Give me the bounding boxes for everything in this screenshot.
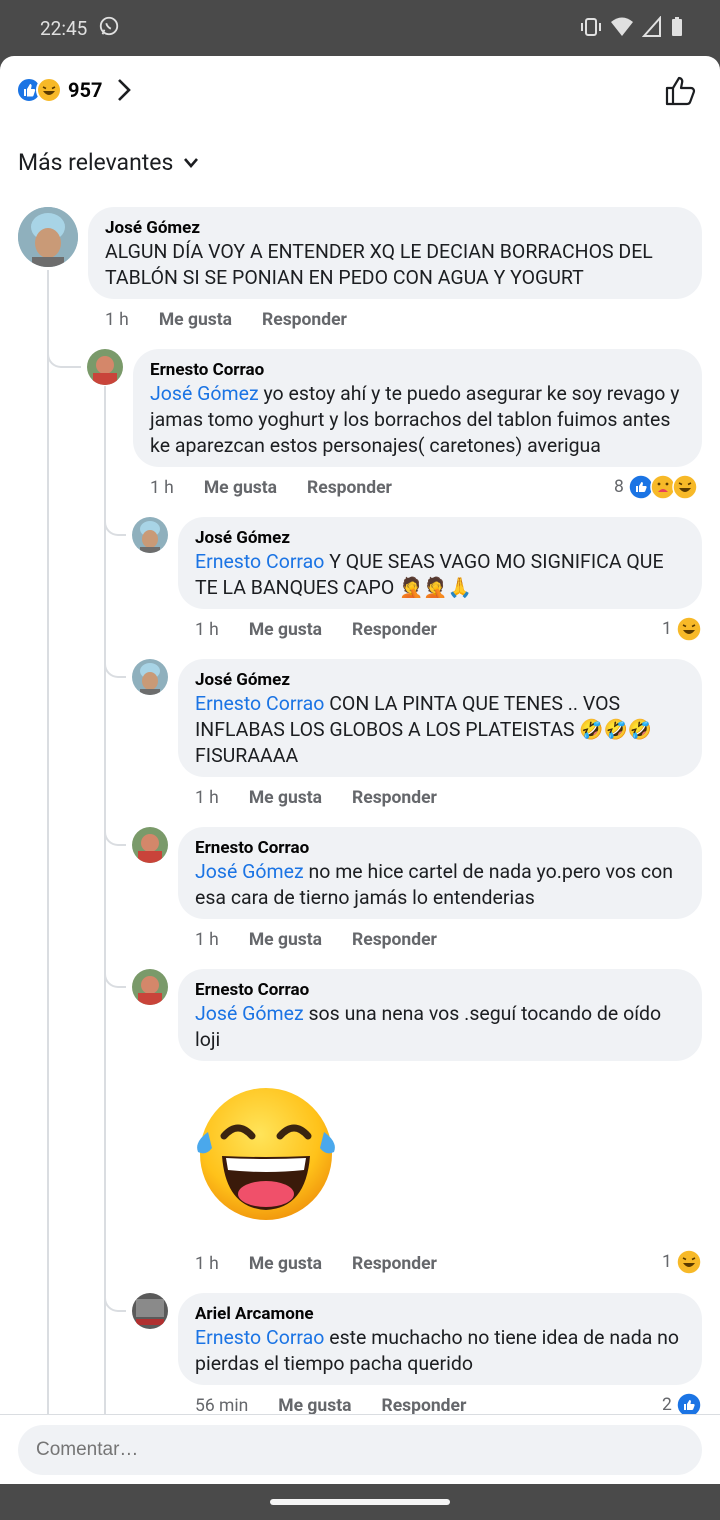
like-button[interactable]: Me gusta bbox=[249, 1254, 322, 1274]
thread-hook-6 bbox=[104, 1272, 126, 1312]
whatsapp-icon bbox=[99, 16, 119, 36]
comment-actions: 56 min Me gusta Responder bbox=[195, 1396, 496, 1416]
comment-time: 56 min bbox=[195, 1396, 249, 1416]
mention-link[interactable]: Ernesto Corrao bbox=[195, 550, 324, 573]
haha-reaction-icon bbox=[676, 616, 702, 642]
avatar[interactable] bbox=[18, 207, 78, 267]
chevron-down-icon bbox=[184, 157, 199, 168]
avatar[interactable] bbox=[132, 827, 168, 863]
avatar[interactable] bbox=[132, 1293, 168, 1329]
haha-reaction-icon bbox=[672, 474, 698, 500]
thread-hook-3 bbox=[104, 638, 126, 678]
thread-hook-1 bbox=[47, 332, 81, 368]
haha-reaction-icon bbox=[676, 1249, 702, 1275]
mention-link[interactable]: José Gómez bbox=[195, 860, 304, 883]
reaction-count: 8 bbox=[614, 477, 624, 497]
comment-author[interactable]: José Gómez bbox=[195, 669, 685, 691]
home-gesture-pill[interactable] bbox=[270, 1499, 450, 1505]
avatar[interactable] bbox=[132, 517, 168, 553]
like-button[interactable]: Me gusta bbox=[249, 620, 322, 640]
vibrate-icon bbox=[581, 18, 601, 36]
reply-button[interactable]: Responder bbox=[307, 478, 392, 498]
like-button[interactable]: Me gusta bbox=[278, 1396, 351, 1416]
reaction-count: 2 bbox=[662, 1395, 672, 1415]
comment-actions: 1 h Me gusta Responder bbox=[195, 930, 467, 950]
comment-actions: 1 h Me gusta Responder bbox=[150, 478, 422, 498]
reply-button[interactable]: Responder bbox=[262, 310, 347, 330]
comment-bubble[interactable]: José Gómez Ernesto Corrao CON LA PINTA Q… bbox=[178, 659, 702, 777]
comment-author[interactable]: Ernesto Corrao bbox=[195, 837, 685, 859]
comment-author[interactable]: Ernesto Corrao bbox=[150, 359, 685, 381]
comment-composer bbox=[0, 1414, 720, 1484]
comment-actions: 1 h Me gusta Responder bbox=[195, 620, 467, 640]
sort-label: Más relevantes bbox=[18, 149, 174, 176]
comment-actions: 1 h Me gusta Responder bbox=[195, 788, 467, 808]
laughing-emoji-sticker[interactable] bbox=[186, 1084, 346, 1224]
battery-icon bbox=[672, 17, 682, 36]
wifi-icon bbox=[611, 17, 633, 36]
comment-bubble[interactable]: Ernesto Corrao José Gómez sos una nena v… bbox=[178, 969, 702, 1061]
mention-link[interactable]: José Gómez bbox=[150, 382, 259, 405]
haha-reaction-icon bbox=[36, 77, 62, 103]
comment-input[interactable] bbox=[18, 1425, 702, 1475]
comment-time: 1 h bbox=[195, 788, 219, 808]
thread-hook-5 bbox=[104, 948, 126, 988]
reactions-count: 957 bbox=[68, 78, 103, 102]
comment-text: ALGUN DÍA VOY A ENTENDER XQ LE DECIAN BO… bbox=[105, 240, 653, 289]
comment-actions: 1 h Me gusta Responder bbox=[195, 1254, 467, 1274]
comment-bubble[interactable]: Ernesto Corrao José Gómez yo estoy ahí y… bbox=[133, 349, 702, 467]
comment-time: 1 h bbox=[150, 478, 174, 498]
comment-time: 1 h bbox=[105, 310, 129, 330]
thread-line-main bbox=[47, 270, 49, 1420]
comment-time: 1 h bbox=[195, 930, 219, 950]
avatar[interactable] bbox=[87, 349, 123, 385]
avatar[interactable] bbox=[132, 659, 168, 695]
comment-reactions[interactable]: 8 bbox=[614, 474, 698, 500]
thread-hook-4 bbox=[104, 806, 126, 846]
system-nav-bar bbox=[0, 1484, 720, 1520]
like-button[interactable]: Me gusta bbox=[159, 310, 232, 330]
like-button[interactable]: Me gusta bbox=[204, 478, 277, 498]
comment-bubble[interactable]: José Gómez Ernesto Corrao Y QUE SEAS VAG… bbox=[178, 517, 702, 609]
reaction-count: 1 bbox=[662, 1252, 672, 1272]
status-time: 22:45 bbox=[40, 17, 88, 40]
comment-actions: 1 h Me gusta Responder bbox=[105, 310, 377, 330]
like-button[interactable]: Me gusta bbox=[249, 930, 322, 950]
like-button[interactable]: Me gusta bbox=[249, 788, 322, 808]
comment-time: 1 h bbox=[195, 1254, 219, 1274]
mention-link[interactable]: Ernesto Corrao bbox=[195, 692, 324, 715]
status-icons bbox=[580, 16, 684, 38]
comment-bubble[interactable]: Ernesto Corrao José Gómez no me hice car… bbox=[178, 827, 702, 919]
reaction-count: 1 bbox=[662, 619, 672, 639]
reply-button[interactable]: Responder bbox=[352, 1254, 437, 1274]
comment-time: 1 h bbox=[195, 620, 219, 640]
mention-link[interactable]: Ernesto Corrao bbox=[195, 1326, 324, 1349]
like-outline-icon[interactable] bbox=[664, 74, 698, 108]
comment-bubble[interactable]: Ariel Arcamone Ernesto Corrao este mucha… bbox=[178, 1293, 702, 1385]
comment-bubble[interactable]: José Gómez ALGUN DÍA VOY A ENTENDER XQ L… bbox=[88, 207, 702, 299]
chevron-right-icon[interactable] bbox=[116, 77, 132, 103]
comments-sheet: 957 Más relevantes José Gómez ALGUN DÍA … bbox=[0, 56, 720, 1484]
comment-reactions[interactable]: 1 bbox=[662, 616, 702, 642]
reply-button[interactable]: Responder bbox=[352, 620, 437, 640]
avatar[interactable] bbox=[132, 969, 168, 1005]
comment-reactions[interactable]: 1 bbox=[662, 1249, 702, 1275]
comment-author[interactable]: José Gómez bbox=[195, 527, 685, 549]
mention-link[interactable]: José Gómez bbox=[195, 1002, 304, 1025]
comment-author[interactable]: José Gómez bbox=[105, 217, 685, 239]
sort-dropdown[interactable]: Más relevantes bbox=[18, 149, 199, 176]
comment-author[interactable]: Ariel Arcamone bbox=[195, 1303, 685, 1325]
thread-hook-2 bbox=[104, 496, 126, 536]
reply-button[interactable]: Responder bbox=[352, 788, 437, 808]
reactions-summary[interactable]: 957 bbox=[16, 76, 132, 104]
reply-button[interactable]: Responder bbox=[352, 930, 437, 950]
thread-line-nested bbox=[104, 386, 106, 1416]
status-bar: 22:45 bbox=[0, 0, 720, 56]
signal-icon bbox=[642, 16, 661, 37]
comment-author[interactable]: Ernesto Corrao bbox=[195, 979, 685, 1001]
reply-button[interactable]: Responder bbox=[381, 1396, 466, 1416]
